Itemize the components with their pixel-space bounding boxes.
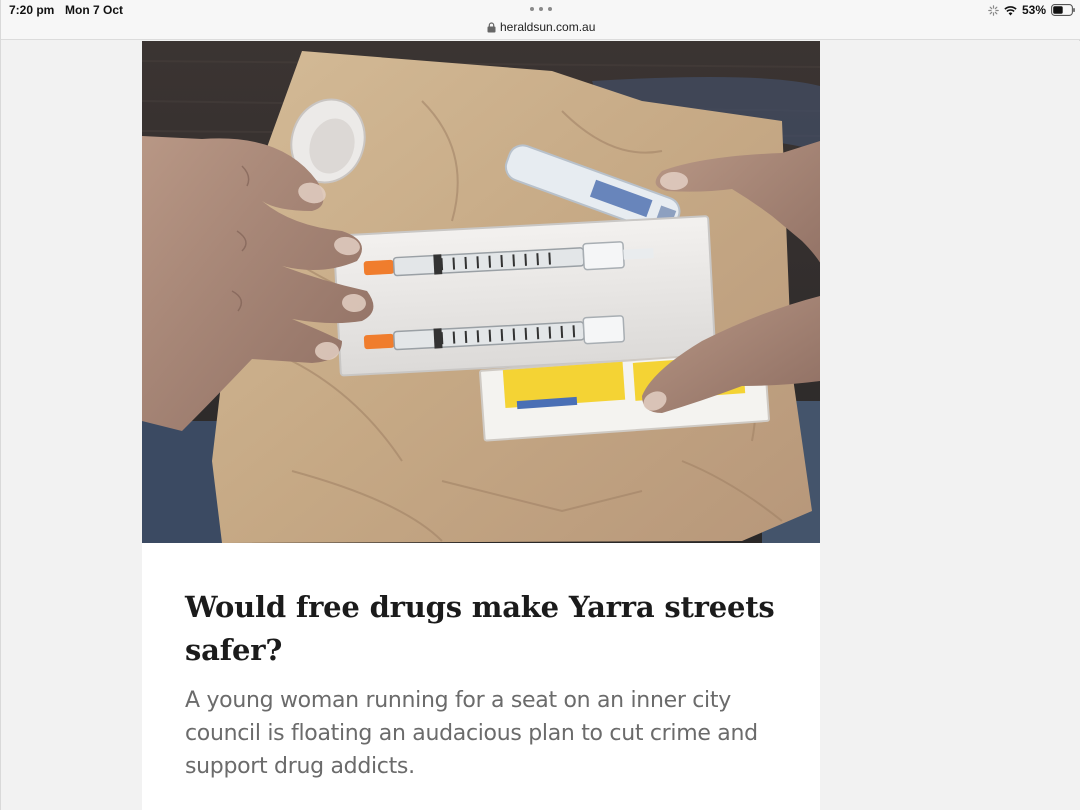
status-time: 7:20 pm [9,3,55,17]
battery-percent: 53% [1021,3,1046,17]
article-standfirst: A young woman running for a seat on an i… [185,688,758,779]
hero-photo-illustration [142,41,820,543]
article-card[interactable]: Would free drugs make Yarra streets safe… [142,41,820,810]
wifi-icon [1004,5,1017,15]
article-headline[interactable]: Would free drugs make Yarra streets safe… [185,586,785,672]
activity-icon [988,4,999,16]
address-bar[interactable]: heraldsun.com.au [487,19,595,35]
more-dots-icon[interactable] [530,7,552,11]
article-hero-image[interactable] [142,41,820,543]
browser-status-bar: 7:20 pm Mon 7 Oct heraldsun.com.au 53% [1,0,1080,40]
status-indicators: 53% [988,3,1075,17]
web-page: Would free drugs make Yarra streets safe… [1,41,1080,810]
status-date: Mon 7 Oct [65,3,124,17]
lock-icon [487,21,496,32]
battery-icon [1051,4,1075,16]
url-text: heraldsun.com.au [500,20,596,34]
